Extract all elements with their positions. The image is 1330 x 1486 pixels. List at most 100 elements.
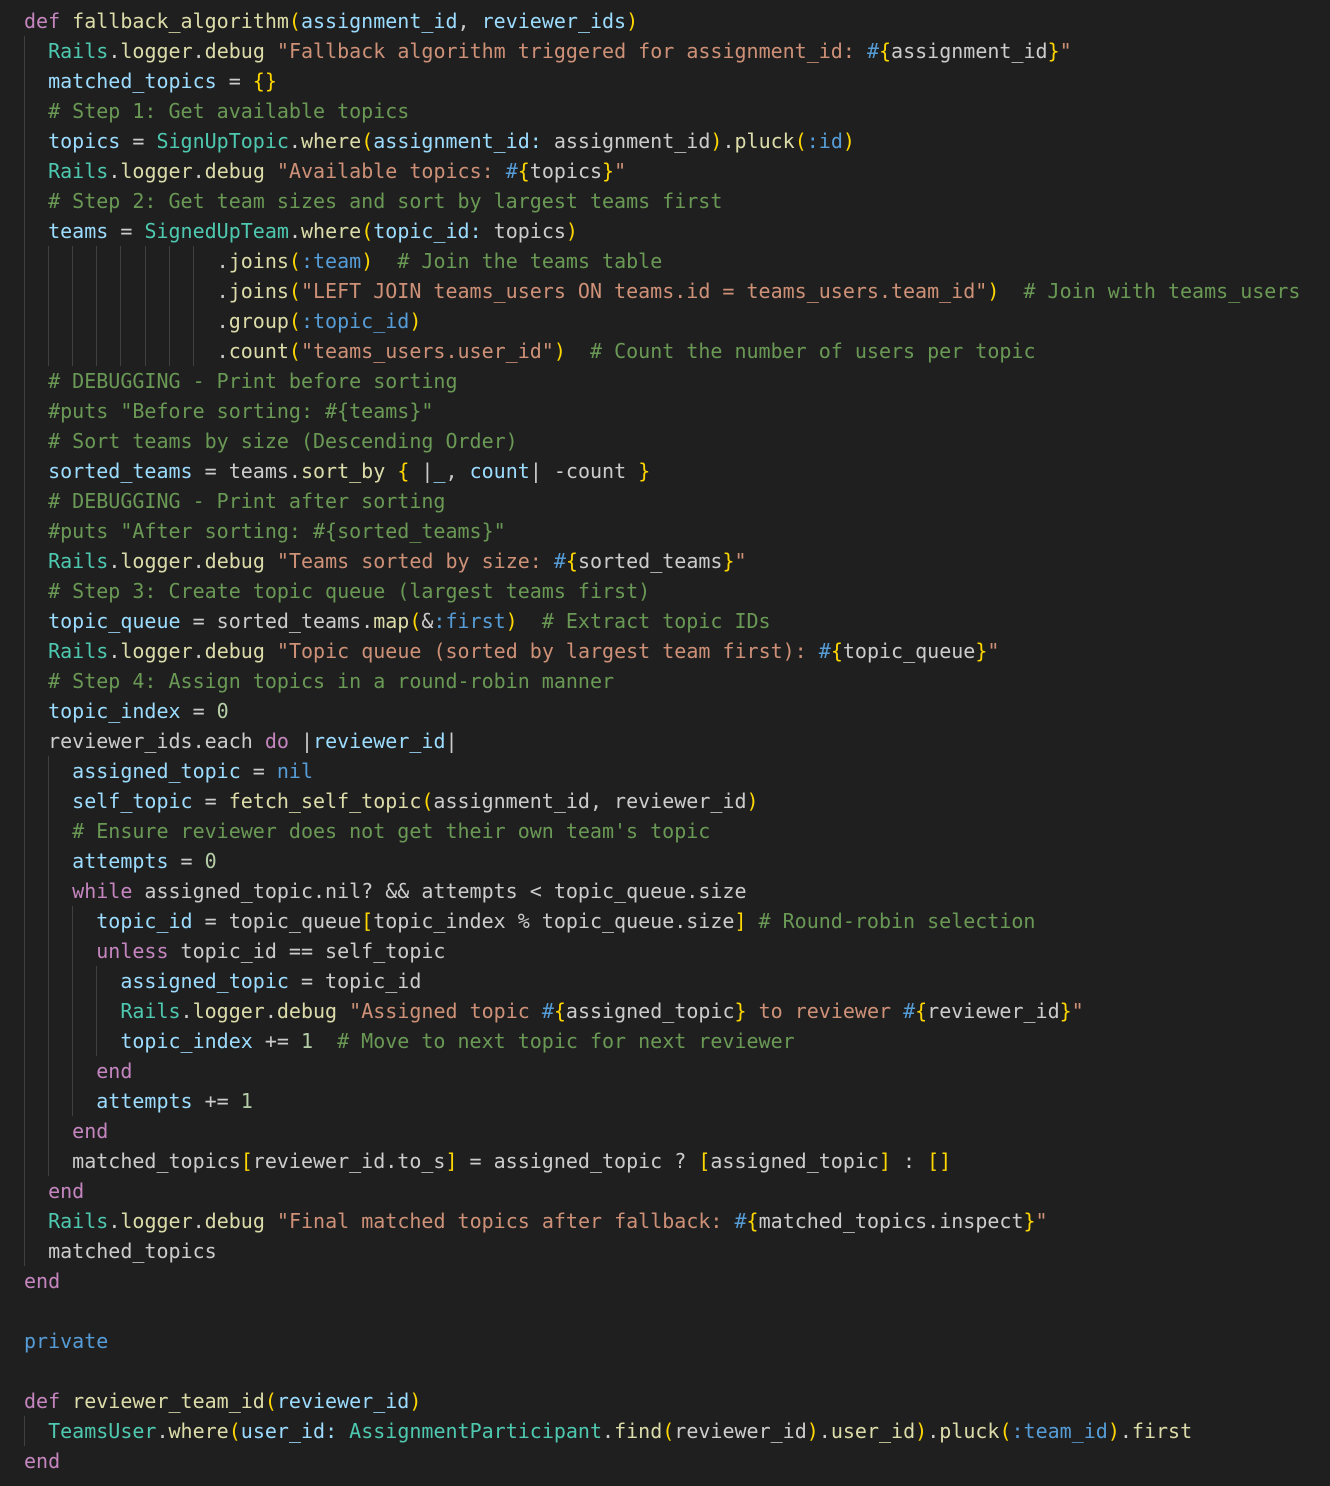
code-token: ) — [553, 339, 566, 363]
code-token: ) — [1107, 1419, 1120, 1443]
code-line[interactable]: end — [0, 1176, 1330, 1206]
code-line[interactable]: # Step 3: Create topic queue (largest te… — [0, 576, 1330, 606]
code-line[interactable]: topic_index = 0 — [0, 696, 1330, 726]
code-token: end — [48, 1179, 85, 1203]
code-token: . — [192, 39, 205, 63]
code-token: . — [264, 999, 277, 1023]
code-line[interactable]: Rails.logger.debug "Available topics: #{… — [0, 156, 1330, 186]
code-token: = assigned_topic ? — [457, 1149, 699, 1173]
indent-guide — [72, 276, 74, 306]
indent-guide — [24, 906, 25, 936]
indent-guide — [48, 966, 50, 996]
code-token: ) — [505, 609, 518, 633]
indent-guide — [72, 336, 74, 366]
code-line[interactable]: Rails.logger.debug "Final matched topics… — [0, 1206, 1330, 1236]
code-line[interactable]: attempts += 1 — [0, 1086, 1330, 1116]
code-token: ) — [710, 129, 723, 153]
indent-guide — [24, 666, 25, 696]
code-line[interactable]: matched_topics — [0, 1236, 1330, 1266]
code-token: Rails — [48, 549, 109, 573]
indent-guide — [72, 966, 74, 996]
code-line[interactable]: topic_queue = sorted_teams.map(&:first) … — [0, 606, 1330, 636]
code-line[interactable]: # Step 1: Get available topics — [0, 96, 1330, 126]
indent-guide — [48, 246, 50, 276]
code-line[interactable]: private — [0, 1326, 1330, 1356]
code-token: . — [108, 159, 121, 183]
code-line[interactable]: Rails.logger.debug "Fallback algorithm t… — [0, 36, 1330, 66]
code-token: } — [638, 459, 651, 483]
indent-guide — [72, 906, 74, 936]
code-line[interactable]: attempts = 0 — [0, 846, 1330, 876]
code-line[interactable]: .joins(:team) # Join the teams table — [0, 246, 1330, 276]
code-line[interactable]: end — [0, 1056, 1330, 1086]
code-line[interactable]: topic_index += 1 # Move to next topic fo… — [0, 1026, 1330, 1056]
code-line[interactable]: end — [0, 1446, 1330, 1476]
code-line[interactable]: # Step 2: Get team sizes and sort by lar… — [0, 186, 1330, 216]
code-line[interactable]: # Ensure reviewer does not get their own… — [0, 816, 1330, 846]
code-token: matched_topics.inspect — [758, 1209, 1024, 1233]
code-line[interactable]: end — [0, 1116, 1330, 1146]
code-line[interactable]: # Step 4: Assign topics in a round-robin… — [0, 666, 1330, 696]
code-line[interactable]: .group(:topic_id) — [0, 306, 1330, 336]
code-token: end — [72, 1119, 109, 1143]
code-line[interactable]: .joins("LEFT JOIN teams_users ON teams.i… — [0, 276, 1330, 306]
code-line[interactable]: assigned_topic = nil — [0, 756, 1330, 786]
code-line[interactable]: .count("teams_users.user_id") # Count th… — [0, 336, 1330, 366]
code-line[interactable]: Rails.logger.debug "Teams sorted by size… — [0, 546, 1330, 576]
code-line[interactable]: matched_topics = {} — [0, 66, 1330, 96]
code-line[interactable] — [0, 1356, 1330, 1386]
code-token: { — [397, 459, 410, 483]
code-token: group — [228, 309, 289, 333]
indent-guide — [168, 306, 170, 336]
code-token: " — [1059, 39, 1072, 63]
indent-guide — [48, 906, 50, 936]
code-line[interactable] — [0, 1296, 1330, 1326]
code-line[interactable]: self_topic = fetch_self_topic(assignment… — [0, 786, 1330, 816]
code-line[interactable]: Rails.logger.debug "Topic queue (sorted … — [0, 636, 1330, 666]
indent-guide — [24, 396, 25, 426]
code-line[interactable]: matched_topics[reviewer_id.to_s] = assig… — [0, 1146, 1330, 1176]
code-token: assigned_topic.nil? && attempts < topic_… — [132, 879, 747, 903]
code-editor[interactable]: def fallback_algorithm(assignment_id, re… — [0, 0, 1330, 1486]
code-token: = sorted_teams. — [180, 609, 374, 633]
code-line[interactable]: unless topic_id == self_topic — [0, 936, 1330, 966]
code-token: . — [216, 309, 229, 333]
code-token: = topic_queue — [192, 909, 362, 933]
code-token: logger — [120, 1209, 193, 1233]
indent-guide — [24, 966, 25, 996]
code-line[interactable]: # DEBUGGING - Print after sorting — [0, 486, 1330, 516]
code-token: topic_index — [120, 1029, 253, 1053]
code-line[interactable]: TeamsUser.where(user_id: AssignmentParti… — [0, 1416, 1330, 1446]
code-token: TeamsUser — [48, 1419, 157, 1443]
code-line[interactable]: sorted_teams = teams.sort_by { |_, count… — [0, 456, 1330, 486]
code-line[interactable]: reviewer_ids.each do |reviewer_id| — [0, 726, 1330, 756]
code-token: sorted_teams — [577, 549, 723, 573]
code-token: {} — [252, 69, 277, 93]
code-line[interactable]: # Sort teams by size (Descending Order) — [0, 426, 1330, 456]
code-line[interactable]: topic_id = topic_queue[topic_index % top… — [0, 906, 1330, 936]
code-token: ) — [409, 1389, 422, 1413]
code-token: "LEFT JOIN teams_users ON teams.id = tea… — [300, 279, 988, 303]
code-line[interactable]: def fallback_algorithm(assignment_id, re… — [0, 6, 1330, 36]
code-line[interactable]: end — [0, 1266, 1330, 1296]
indent-guide — [24, 606, 25, 636]
code-line[interactable]: topics = SignUpTopic.where(assignment_id… — [0, 126, 1330, 156]
code-token: def — [24, 1389, 73, 1413]
code-line[interactable]: def reviewer_team_id(reviewer_id) — [0, 1386, 1330, 1416]
code-line[interactable]: while assigned_topic.nil? && attempts < … — [0, 876, 1330, 906]
code-token: . — [216, 339, 229, 363]
code-token: do — [264, 729, 289, 753]
code-line[interactable]: #puts "Before sorting: #{teams}" — [0, 396, 1330, 426]
code-line[interactable]: assigned_topic = topic_id — [0, 966, 1330, 996]
code-line[interactable]: teams = SignedUpTeam.where(topic_id: top… — [0, 216, 1330, 246]
code-line[interactable]: # DEBUGGING - Print before sorting — [0, 366, 1330, 396]
code-line[interactable]: #puts "After sorting: #{sorted_teams}" — [0, 516, 1330, 546]
code-line[interactable]: Rails.logger.debug "Assigned topic #{ass… — [0, 996, 1330, 1026]
code-token: . — [108, 549, 121, 573]
